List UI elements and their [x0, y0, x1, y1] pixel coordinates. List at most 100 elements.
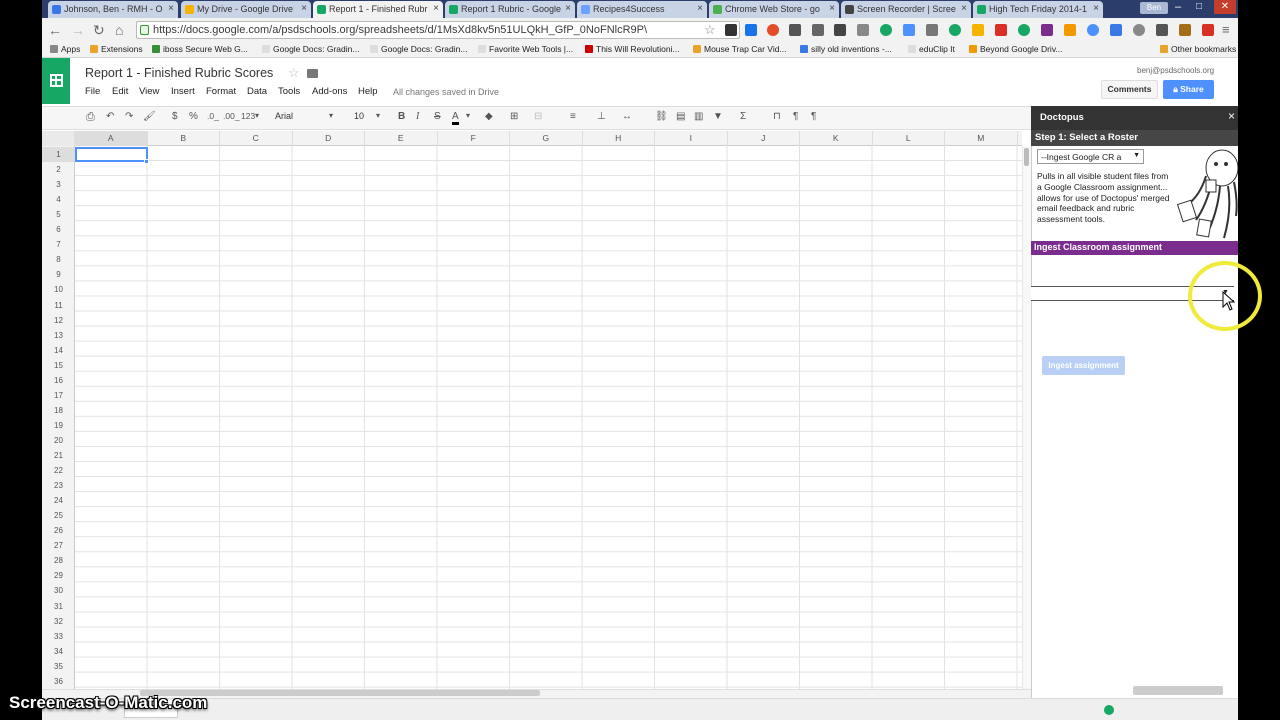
bookmark-item[interactable]: Extensions [90, 44, 143, 54]
row-header[interactable]: 22 [42, 463, 75, 478]
row-header[interactable]: 18 [42, 403, 75, 418]
row-header[interactable]: 1 [42, 147, 75, 162]
extension-icon-10[interactable] [926, 24, 938, 36]
browser-tab[interactable]: Chrome Web Store - go × [709, 1, 839, 18]
document-title[interactable]: Report 1 - Finished Rubric Scores [85, 66, 273, 80]
menu-format[interactable]: Format [206, 86, 236, 97]
extension-icon-15[interactable] [1041, 24, 1053, 36]
tab-close-icon[interactable]: × [697, 3, 703, 14]
sheets-logo-icon[interactable] [42, 58, 70, 104]
row-header[interactable]: 9 [42, 267, 75, 282]
row-header[interactable]: 23 [42, 478, 75, 493]
tab-close-icon[interactable]: × [301, 3, 307, 14]
row-header[interactable]: 36 [42, 674, 75, 689]
row-header[interactable]: 20 [42, 433, 75, 448]
url-input[interactable]: https://docs.google.com/a/psdschools.org… [136, 21, 740, 39]
number-format-button[interactable]: 123 [241, 111, 255, 121]
menu-edit[interactable]: Edit [112, 86, 128, 97]
fill-color-icon[interactable]: ◆ [485, 111, 493, 122]
cell-grid[interactable] [75, 146, 1022, 689]
row-header[interactable]: 32 [42, 614, 75, 629]
browser-tab[interactable]: Recipes4Success × [577, 1, 707, 18]
tab-close-icon[interactable]: × [433, 3, 439, 14]
roster-select[interactable]: --Ingest Google CR a ▼ [1037, 149, 1144, 164]
browser-tab[interactable]: Report 1 Rubric - Google × [445, 1, 575, 18]
row-header[interactable]: 10 [42, 282, 75, 297]
forward-icon[interactable]: → [71, 22, 85, 38]
extension-icon-20[interactable] [1156, 24, 1168, 36]
row-header[interactable]: 21 [42, 448, 75, 463]
star-icon[interactable]: ☆ [288, 65, 300, 81]
row-header[interactable]: 25 [42, 508, 75, 523]
window-user-badge[interactable]: Ben [1140, 2, 1168, 14]
extension-icon-13[interactable] [995, 24, 1007, 36]
bookmark-item[interactable]: silly old inventions -... [800, 44, 892, 54]
extension-icon-7[interactable] [857, 24, 869, 36]
column-header[interactable]: A [75, 131, 148, 146]
bookmark-item[interactable]: Other bookmarks [1160, 44, 1236, 54]
browser-tab[interactable]: Screen Recorder | Scree × [841, 1, 971, 18]
row-header[interactable]: 15 [42, 358, 75, 373]
bookmark-item[interactable]: Beyond Google Driv... [969, 44, 1063, 54]
column-header[interactable]: C [220, 131, 293, 146]
print-icon[interactable]: ⎙ [86, 111, 95, 124]
share-button[interactable]: 🔒︎ Share [1163, 80, 1214, 99]
row-header[interactable]: 29 [42, 568, 75, 583]
star-bookmark-icon[interactable]: ☆ [704, 22, 716, 38]
italic-button[interactable]: I [416, 111, 419, 122]
browser-tab[interactable]: Johnson, Ben - RMH - O × [48, 1, 178, 18]
align-left-icon[interactable]: ≡ [570, 111, 576, 122]
font-size-select[interactable]: 10 [354, 111, 364, 121]
bookmark-item[interactable]: Apps [50, 44, 80, 54]
paragraph-ltr-icon[interactable]: ¶ [793, 111, 798, 122]
account-email[interactable]: benj@psdschools.org [1137, 66, 1214, 75]
extension-icon-2[interactable] [745, 24, 757, 36]
row-header[interactable]: 35 [42, 659, 75, 674]
row-header[interactable]: 26 [42, 523, 75, 538]
undo-icon[interactable]: ↶ [106, 111, 114, 122]
chrome-menu-icon[interactable]: ≡ [1222, 22, 1230, 37]
decrease-decimal-button[interactable]: .0_ [207, 111, 219, 121]
extension-icon-17[interactable] [1087, 24, 1099, 36]
tab-close-icon[interactable]: × [168, 3, 174, 14]
text-color-button[interactable]: A [452, 111, 459, 125]
column-header[interactable]: F [438, 131, 510, 146]
bookmark-item[interactable]: Favorite Web Tools |... [478, 44, 573, 54]
ingest-assignment-button[interactable]: Ingest assignment [1042, 356, 1125, 375]
menu-insert[interactable]: Insert [171, 86, 195, 97]
menu-view[interactable]: View [139, 86, 159, 97]
row-header[interactable]: 34 [42, 644, 75, 659]
maximize-icon[interactable]: □ [1196, 1, 1202, 12]
row-header[interactable]: 3 [42, 177, 75, 192]
extension-icon-4[interactable] [789, 24, 801, 36]
row-header[interactable]: 6 [42, 222, 75, 237]
font-select[interactable]: Arial [275, 111, 293, 121]
extension-icon-11[interactable] [949, 24, 961, 36]
vertical-scrollbar[interactable] [1022, 146, 1031, 689]
extension-icon-14[interactable] [1018, 24, 1030, 36]
row-header[interactable]: 13 [42, 328, 75, 343]
tab-close-icon[interactable]: × [961, 3, 967, 14]
extension-icon-21[interactable] [1179, 24, 1191, 36]
fill-handle[interactable] [144, 159, 149, 164]
row-header[interactable]: 19 [42, 418, 75, 433]
insert-chart-icon[interactable]: ▥ [694, 111, 703, 122]
paragraph-rtl-icon[interactable]: ¶ [811, 111, 816, 122]
row-header[interactable]: 27 [42, 538, 75, 553]
selected-cell[interactable] [75, 147, 148, 162]
row-header[interactable]: 12 [42, 313, 75, 328]
column-header[interactable]: B [148, 131, 220, 146]
extension-icon-3[interactable] [767, 24, 779, 36]
home-icon[interactable]: ⌂ [115, 22, 123, 38]
column-header[interactable]: J [728, 131, 800, 146]
column-header[interactable]: M [945, 131, 1018, 146]
increase-decimal-button[interactable]: .00_ [223, 111, 240, 121]
column-header[interactable]: I [655, 131, 728, 146]
row-header[interactable]: 11 [42, 298, 75, 313]
column-header[interactable]: E [365, 131, 438, 146]
bold-button[interactable]: B [398, 111, 405, 122]
menu-help[interactable]: Help [358, 86, 378, 97]
vertical-align-icon[interactable]: ⊥ [597, 111, 606, 122]
row-header[interactable]: 2 [42, 162, 75, 177]
row-header[interactable]: 24 [42, 493, 75, 508]
